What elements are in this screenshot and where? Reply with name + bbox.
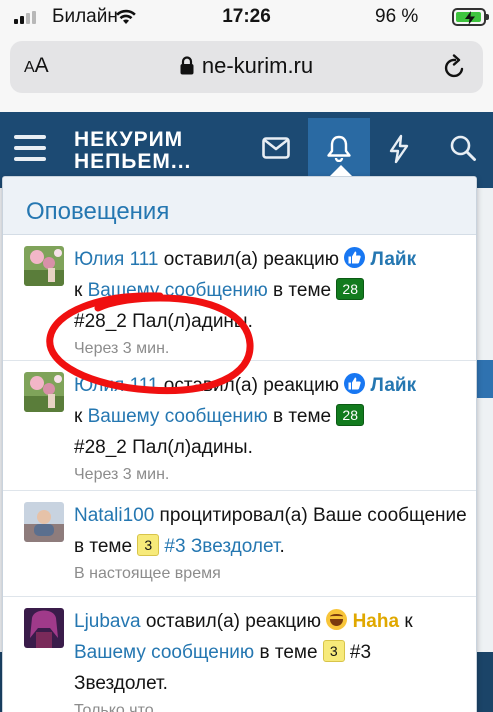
username-link[interactable]: Ljubava [74,611,141,632]
alert-item[interactable]: Ljubava оставил(а) реакцию Haha к Вашему… [3,597,476,712]
alert-item[interactable]: Юлия 111 оставил(а) реакцию Лайк к Вашем… [3,235,476,361]
message-link[interactable]: Вашему сообщению [88,280,268,301]
site-logo[interactable]: НЕКУРИМ НЕПЬЕМ... [74,129,191,173]
thread-title[interactable]: #28_2 Пал(л)адины. [74,437,253,458]
thread-prefix-badge: 28 [336,404,364,426]
alert-text: Юлия 111 оставил(а) реакцию Лайк к Вашем… [74,370,468,487]
like-reaction-icon [344,247,366,268]
url-display[interactable]: ne-kurim.ru [10,53,483,79]
thread-prefix-badge: 3 [322,640,345,662]
search-icon[interactable] [449,134,477,162]
thread-link[interactable]: #3 Звездолет [164,536,279,557]
status-bar: Билайн 17:26 96 % [0,0,493,34]
like-reaction-icon [344,373,366,394]
thread-title[interactable]: #28_2 Пал(л)адины. [74,311,253,332]
avatar[interactable] [24,372,64,412]
avatar[interactable] [24,502,64,542]
reload-icon[interactable] [443,54,467,80]
battery-percentage: 96 % [375,6,419,27]
username-link[interactable]: Юлия 111 [74,375,159,396]
lock-icon [180,56,194,75]
alerts-popup: Оповещения Юлия 111 оставил(а) реакцию Л… [2,176,477,712]
username-link[interactable]: Natali100 [74,505,154,526]
popup-caret [330,165,352,176]
reaction-name: Лайк [370,249,417,270]
alert-item[interactable]: Юлия 111 оставил(а) реакцию Лайк к Вашем… [3,361,476,491]
reaction-name: Лайк [370,375,417,396]
alert-time: Через 3 мин. [74,466,170,483]
alert-item[interactable]: Natali100 процитировал(а) Ваше сообщение… [3,491,476,597]
username-link[interactable]: Юлия 111 [74,249,159,270]
alert-time: Только что [74,702,154,712]
charging-bolt-icon [465,11,475,25]
bolt-icon[interactable] [388,134,410,164]
thread-prefix-badge: 28 [336,278,364,300]
url-text: ne-kurim.ru [201,53,314,78]
address-bar[interactable]: AA ne-kurim.ru [10,41,483,93]
reaction-name: Haha [352,611,400,632]
avatar[interactable] [24,608,64,648]
popup-title: Оповещения [3,177,476,235]
envelope-icon[interactable] [262,137,290,159]
message-link[interactable]: Вашему сообщению [88,406,268,427]
bell-icon [327,135,351,162]
hamburger-icon[interactable] [14,135,46,161]
clock: 17:26 [222,6,271,27]
battery-icon [452,8,489,26]
alert-text: Natali100 процитировал(а) Ваше сообщение… [74,500,468,586]
battery-level [456,11,481,25]
alert-text: Юлия 111 оставил(а) реакцию Лайк к Вашем… [74,244,468,361]
alert-time: Через 3 мин. [74,340,170,357]
avatar[interactable] [24,246,64,286]
alert-text: Ljubava оставил(а) реакцию Haha к Вашему… [74,606,468,712]
thread-prefix-badge: 3 [137,534,160,556]
browser-toolbar: AA ne-kurim.ru [0,34,493,112]
message-link[interactable]: Вашему сообщению [74,642,254,663]
haha-reaction-icon [326,609,348,630]
alert-time: В настоящее время [74,565,221,582]
